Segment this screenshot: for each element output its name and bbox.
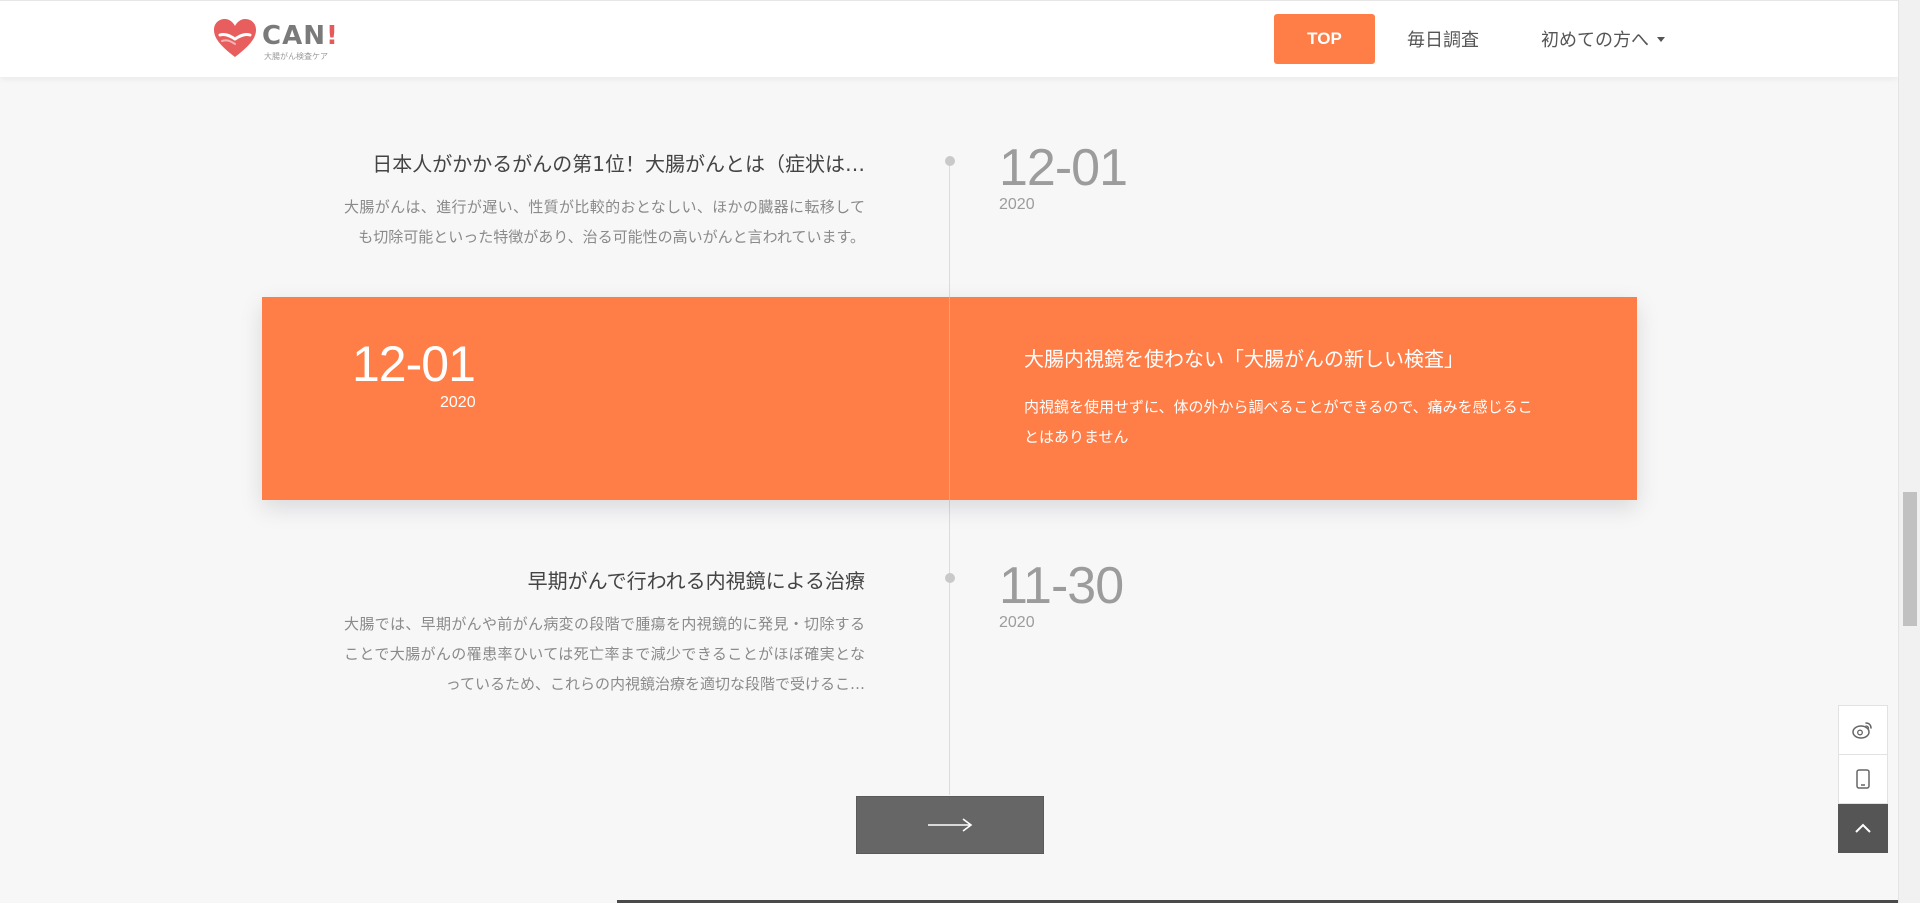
- weibo-icon: [1852, 722, 1872, 739]
- logo-brand: CAN!: [262, 21, 339, 51]
- timeline-item-date: 12-01: [999, 139, 1128, 197]
- timeline-dot: [945, 156, 955, 166]
- logo-tagline: 大腸がん検査ケア: [264, 52, 328, 61]
- mobile-icon: [1856, 769, 1870, 789]
- scrollbar-thumb[interactable]: [1903, 492, 1917, 626]
- caret-down-icon: [1657, 36, 1665, 42]
- timeline-item-date: 12-01: [352, 336, 476, 392]
- back-to-top-button[interactable]: [1838, 804, 1888, 853]
- timeline-item-title[interactable]: 日本人がかかるがんの第1位！大腸がんとは（症状は…: [344, 148, 865, 177]
- timeline-item-year: 2020: [440, 394, 476, 411]
- timeline-item-title[interactable]: 早期がんで行われる内視鏡による治療: [344, 565, 865, 594]
- site-header: CAN! 大腸がん検査ケア TOP 毎日調査 初めての方へ: [0, 0, 1898, 77]
- timeline-item-date: 11-30: [999, 557, 1124, 615]
- timeline-line-segment: [949, 297, 950, 500]
- timeline-item-desc: 大腸では、早期がんや前がん病変の段階で腫瘍を内視鏡的に発見・切除することで大腸が…: [344, 615, 865, 693]
- page: CAN! 大腸がん検査ケア TOP 毎日調査 初めての方へ 日本人がかかるがんの…: [0, 0, 1898, 903]
- side-tools: [1838, 705, 1888, 853]
- more-button[interactable]: [856, 796, 1044, 854]
- weibo-button[interactable]: [1838, 705, 1888, 755]
- mobile-button[interactable]: [1838, 755, 1888, 804]
- site-logo[interactable]: CAN! 大腸がん検査ケア: [212, 17, 338, 63]
- timeline-item-desc: 大腸がんは、進行が遅い、性質が比較的おとなしい、ほかの臓器に転移しても切除可能と…: [344, 198, 865, 246]
- nav-daily-survey[interactable]: 毎日調査: [1407, 14, 1479, 64]
- timeline-item-highlighted[interactable]: 12-01 2020 大腸内視鏡を使わない「大腸がんの新しい検査」 内視鏡を使用…: [262, 297, 1637, 500]
- nav-first-time-dropdown[interactable]: 初めての方へ: [1541, 14, 1665, 64]
- arrow-right-icon: [928, 818, 973, 832]
- nav-top-button[interactable]: TOP: [1274, 14, 1375, 64]
- timeline-item-year: 2020: [999, 196, 1035, 213]
- nav-daily-label: 毎日調査: [1407, 30, 1479, 51]
- timeline-dot: [945, 573, 955, 583]
- timeline-item-title[interactable]: 大腸内視鏡を使わない「大腸がんの新しい検査」: [1024, 343, 1464, 372]
- timeline-item-desc: 内視鏡を使用せずに、体の外から調べることができるので、痛みを感じることはありませ…: [1024, 398, 1533, 446]
- timeline-item-year: 2020: [999, 614, 1035, 631]
- page-scrollbar[interactable]: [1898, 0, 1920, 903]
- heart-logo-icon: [214, 19, 256, 57]
- nav-first-label: 初めての方へ: [1541, 30, 1649, 51]
- chevron-up-icon: [1855, 823, 1871, 833]
